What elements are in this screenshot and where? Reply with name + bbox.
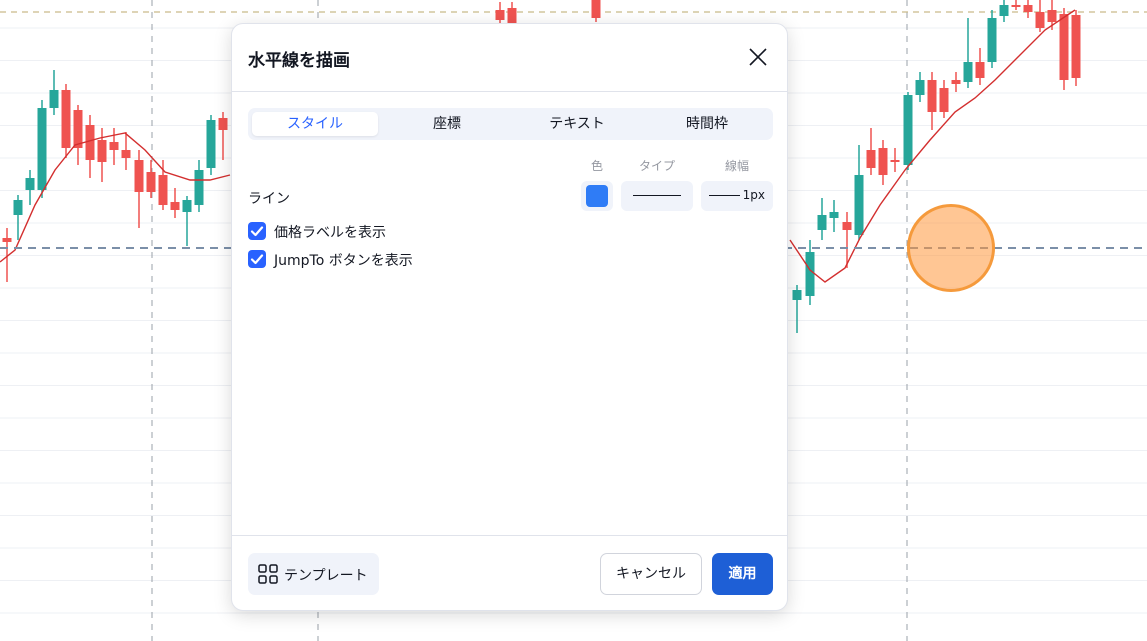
dialog-title: 水平線を描画 <box>248 51 350 71</box>
candle-body <box>999 5 1009 16</box>
candle-body <box>109 142 119 150</box>
template-grid-icon <box>258 564 278 584</box>
column-header-type: タイプ <box>638 159 675 173</box>
column-header-width: 線幅 <box>724 159 749 173</box>
candle-body <box>963 62 973 82</box>
candle-body <box>805 252 815 296</box>
candle-body <box>817 215 827 230</box>
candle-body <box>975 62 985 78</box>
line-color-swatch <box>586 185 608 207</box>
candle-body <box>495 10 505 20</box>
dialog-header: 水平線を描画 <box>232 24 787 92</box>
solid-line-icon <box>633 195 681 196</box>
candle-body <box>13 200 23 215</box>
candle-body <box>829 212 839 218</box>
candle-body <box>1047 10 1057 22</box>
candle-body <box>842 222 852 230</box>
candle-body <box>903 95 913 165</box>
candle-body <box>866 150 876 168</box>
candle-body <box>73 110 83 148</box>
candle-body <box>158 175 168 205</box>
line-color-picker[interactable] <box>581 181 613 211</box>
template-button-label: テンプレート <box>284 568 368 584</box>
dialog-footer-divider <box>232 535 787 536</box>
candle-body <box>1059 14 1069 80</box>
apply-button[interactable]: 適用 <box>712 553 773 595</box>
candle-body <box>2 238 12 242</box>
candle-body <box>591 0 601 18</box>
candle-body <box>1035 12 1045 28</box>
candle-body <box>37 108 47 190</box>
tab-coordinates[interactable]: 座標 <box>384 112 510 136</box>
candle-body <box>85 125 95 160</box>
candle-body <box>951 80 961 84</box>
show-price-label-checkbox[interactable] <box>248 222 266 240</box>
candle-body <box>25 178 35 190</box>
show-price-label-text: 価格ラベルを表示 <box>274 225 386 241</box>
candle-body <box>890 160 900 162</box>
line-width-value: 1px <box>742 188 765 202</box>
candle-body <box>1023 5 1033 12</box>
tab-timeframe[interactable]: 時間枠 <box>644 112 770 136</box>
candle-body <box>97 140 107 162</box>
line-type-select[interactable] <box>621 181 693 211</box>
candle-body <box>134 160 144 192</box>
candle-body <box>49 90 59 108</box>
tab-style[interactable]: スタイル <box>252 112 378 136</box>
close-icon <box>749 48 767 66</box>
tab-text[interactable]: テキスト <box>514 112 640 136</box>
candle-body <box>194 170 204 205</box>
candle-body <box>915 80 925 95</box>
draw-horizontal-line-dialog: 水平線を描画 スタイル 座標 テキスト 時間枠 色 タイプ 線幅 ライン 1px… <box>231 23 788 611</box>
candle-body <box>146 172 156 192</box>
show-jumpto-button-checkbox[interactable] <box>248 250 266 268</box>
dialog-tabs: スタイル 座標 テキスト 時間枠 <box>248 108 773 140</box>
candle-body <box>939 88 949 112</box>
cancel-button[interactable]: キャンセル <box>600 553 702 595</box>
close-button[interactable] <box>745 44 771 70</box>
template-button[interactable]: テンプレート <box>248 553 379 595</box>
candle-body <box>987 18 997 62</box>
line-width-select[interactable]: 1px <box>701 181 773 211</box>
check-icon <box>250 226 264 237</box>
show-jumpto-button-text: JumpTo ボタンを表示 <box>274 253 413 269</box>
candle-body <box>854 175 864 235</box>
candle-body <box>792 290 802 300</box>
check-icon <box>250 254 264 265</box>
column-header-color: 色 <box>590 159 603 173</box>
candle-body <box>878 148 888 175</box>
candle-body <box>1071 15 1081 78</box>
line-row-label: ライン <box>248 191 290 207</box>
candle-body <box>61 90 71 148</box>
click-highlight-marker <box>907 204 995 292</box>
line-width-icon <box>709 195 740 196</box>
candle-body <box>182 200 192 212</box>
candle-body <box>218 118 228 130</box>
candle-body <box>1011 5 1021 7</box>
candle-body <box>170 202 180 210</box>
candle-body <box>121 150 131 158</box>
candle-body <box>206 120 216 168</box>
candle-body <box>927 80 937 112</box>
